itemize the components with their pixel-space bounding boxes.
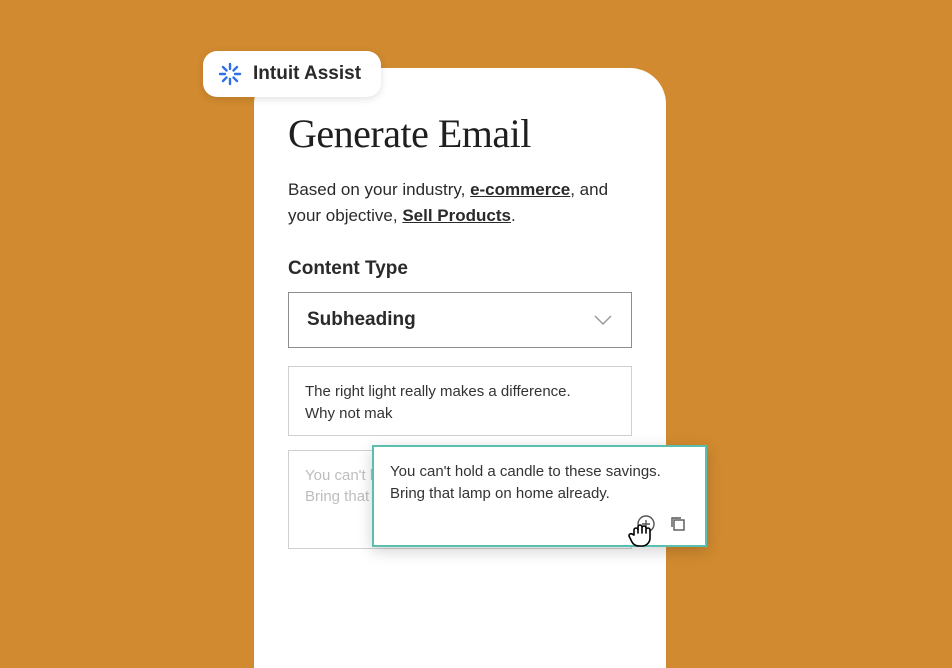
- suggestion-card[interactable]: The right light really makes a differenc…: [288, 366, 632, 436]
- desc-suffix: .: [511, 206, 516, 225]
- intuit-assist-badge[interactable]: Intuit Assist: [203, 51, 381, 97]
- content-type-label: Content Type: [288, 258, 632, 280]
- desc-industry-link[interactable]: e-commerce: [470, 180, 570, 199]
- sparkle-icon: [217, 61, 243, 87]
- copy-icon[interactable]: [667, 513, 689, 535]
- content-type-value: Subheading: [307, 309, 416, 331]
- page-title: Generate Email: [288, 110, 632, 157]
- grab-cursor-icon: [624, 515, 660, 556]
- description: Based on your industry, e-commerce, and …: [288, 177, 632, 228]
- dragged-suggestion-text: You can't hold a candle to these savings…: [390, 461, 689, 505]
- suggestion-text: The right light really makes a differenc…: [305, 381, 615, 425]
- chevron-down-icon: [593, 314, 613, 326]
- desc-prefix: Based on your industry,: [288, 180, 470, 199]
- assist-label: Intuit Assist: [253, 63, 361, 85]
- generate-email-panel: Generate Email Based on your industry, e…: [254, 68, 666, 668]
- desc-objective-link[interactable]: Sell Products: [402, 206, 511, 225]
- content-type-select[interactable]: Subheading: [288, 292, 632, 348]
